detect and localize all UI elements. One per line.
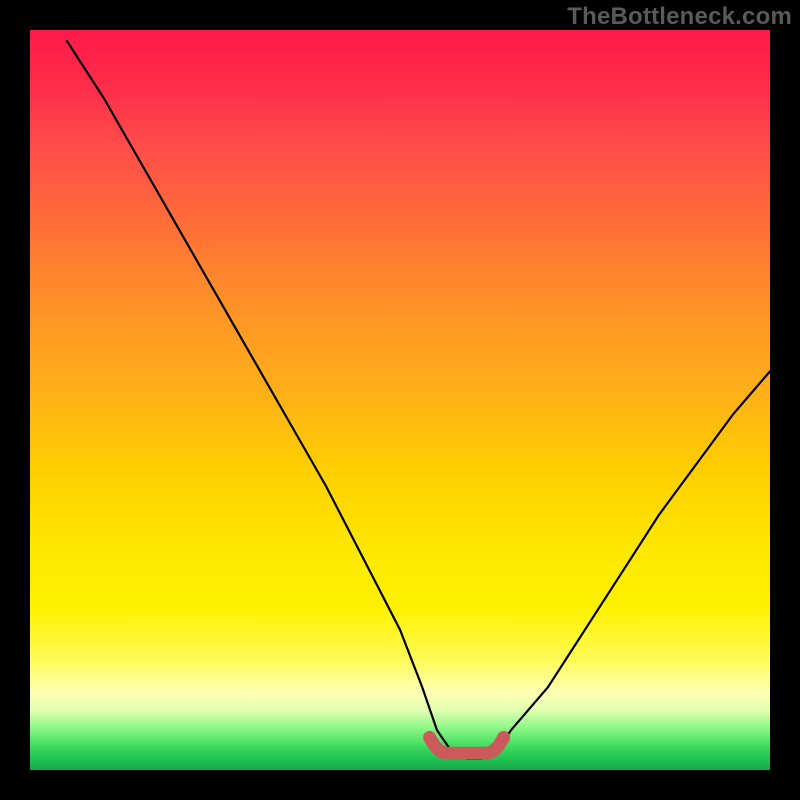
optimal-range-marker xyxy=(430,737,504,753)
watermark-text: TheBottleneck.com xyxy=(567,3,792,31)
bottleneck-curve xyxy=(67,41,770,759)
plot-area xyxy=(30,30,770,770)
chart-frame: TheBottleneck.com xyxy=(0,0,800,800)
chart-svg xyxy=(30,30,770,770)
